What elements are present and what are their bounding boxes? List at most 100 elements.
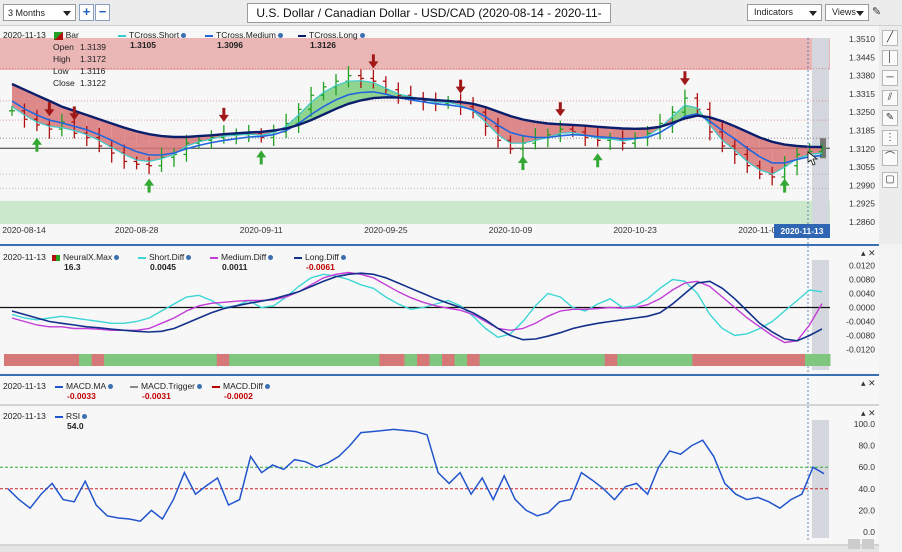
bearish-cloud <box>149 134 162 162</box>
rsi-value: 54.0 <box>67 421 84 431</box>
neuralx-bar <box>442 354 456 366</box>
neuralx-bar <box>54 354 68 366</box>
date-axis-tick: 2020-08-28 <box>115 225 159 235</box>
chart-area[interactable]: 1.3510 1.3445 1.3380 1.3315 1.3250 1.3185 1.31… <box>0 0 902 552</box>
neural-axis-tick: 0.0040 <box>849 289 875 299</box>
buy-arrow-shaft <box>259 156 263 165</box>
neuralx-bar <box>354 354 368 366</box>
neuralx-bar <box>417 354 431 366</box>
macd-trigger-legend: MACD.Trigger -0.0031 <box>130 381 202 401</box>
close-label: Close <box>53 78 75 88</box>
sell-arrow-shaft <box>683 71 687 80</box>
scroll-right-button <box>862 539 874 549</box>
neuralx-bar <box>604 354 618 366</box>
rsi-pane-bg <box>0 406 879 546</box>
horizontal-scrollbar <box>0 546 879 552</box>
neuralx-bar <box>592 354 606 366</box>
neuralx-bar <box>41 354 55 366</box>
settings-dot-icon[interactable] <box>181 33 187 39</box>
low-label: Low <box>53 66 69 76</box>
low-value: 1.3116 <box>80 66 106 76</box>
rsi-axis-tick: 60.0 <box>858 462 875 472</box>
tcross-long-label: TCross.Long <box>309 30 358 40</box>
buy-arrow-shaft <box>35 143 39 152</box>
short-diff-label: Short.Diff <box>149 252 185 262</box>
sell-arrow-shaft <box>459 79 463 88</box>
neuralx-value: 16.3 <box>64 262 81 272</box>
settings-dot-icon[interactable] <box>340 255 346 261</box>
settings-dot-icon[interactable] <box>114 255 120 261</box>
medium-diff-value: 0.0011 <box>222 262 248 272</box>
sell-arrow-shaft <box>72 106 76 115</box>
neural-axis-tick: -0.0040 <box>846 317 875 327</box>
neuralx-bar <box>467 354 481 366</box>
rsi-axis-tick: 0.0 <box>863 527 875 537</box>
price-axis-tick: 1.3185 <box>849 126 875 136</box>
settings-dot-icon[interactable] <box>359 33 365 39</box>
neural-axis-tick: -0.0080 <box>846 331 875 341</box>
tcross-medium-value: 1.3096 <box>217 40 243 50</box>
settings-dot-icon[interactable] <box>108 384 114 390</box>
long-diff-swatch <box>294 256 302 259</box>
price-axis-tick: 1.3055 <box>849 162 875 172</box>
sell-arrow-shaft <box>47 102 51 111</box>
price-axis-tick: 1.2925 <box>849 199 875 209</box>
date-axis-tick: 2020-09-25 <box>364 225 408 235</box>
neuralx-bar <box>529 354 543 366</box>
neuralx-bar <box>254 354 268 366</box>
neuralx-bar <box>66 354 80 366</box>
tcross-medium-legend: TCross.Medium 1.3096 <box>205 30 283 50</box>
price-date: 2020-11-13 <box>3 30 46 40</box>
neuralx-bar <box>4 354 18 366</box>
price-axis-tick: 1.3510 <box>849 34 875 44</box>
neural-axis-tick: 0.0080 <box>849 275 875 285</box>
settings-dot-icon[interactable] <box>82 414 88 420</box>
tcross-short-value: 1.3105 <box>130 40 156 50</box>
long-diff-label: Long.Diff <box>305 252 339 262</box>
neuralx-bar <box>654 354 668 366</box>
neuralx-bar <box>266 354 280 366</box>
price-legend: 2020-11-13 Bar <box>3 30 79 40</box>
neural-axis-tick: 0.0120 <box>849 261 875 271</box>
long-diff-value: -0.0061 <box>306 262 335 272</box>
rsi-axis-tick: 80.0 <box>858 441 875 451</box>
macd-diff-label: MACD.Diff <box>223 381 263 391</box>
neuralx-swatch <box>52 254 60 261</box>
neuralx-bar <box>154 354 168 366</box>
macd-trigger-value: -0.0031 <box>142 391 171 401</box>
medium-diff-swatch <box>210 256 218 259</box>
bearish-cloud <box>522 119 536 144</box>
sell-arrow-shaft <box>558 102 562 111</box>
neuralx-bar <box>579 354 593 366</box>
support-zone <box>0 200 830 224</box>
rsi-label: RSI <box>66 411 81 421</box>
neuralx-bar <box>767 354 781 366</box>
bearish-cloud <box>136 131 150 162</box>
neuralx-bar <box>304 354 318 366</box>
neuralx-bar <box>679 354 693 366</box>
neuralx-bar <box>191 354 205 366</box>
neural-pane-controls[interactable]: ▴ ✕ <box>861 248 876 259</box>
rsi-pane-controls[interactable]: ▴ ✕ <box>861 408 876 419</box>
neural-date: 2020-11-13 <box>3 252 46 262</box>
tcross-long-value: 1.3126 <box>310 40 336 50</box>
settings-dot-icon[interactable] <box>197 384 202 390</box>
neuralx-bar <box>517 354 531 366</box>
bar-icon <box>54 31 64 40</box>
macd-legend: 2020-11-13 <box>3 381 46 391</box>
settings-dot-icon[interactable] <box>265 384 270 390</box>
settings-dot-icon[interactable] <box>268 255 274 261</box>
settings-dot-icon[interactable] <box>277 33 283 39</box>
settings-dot-icon[interactable] <box>186 255 192 261</box>
neuralx-bar <box>804 354 818 366</box>
neuralx-bar <box>792 354 806 366</box>
open-label: Open <box>53 42 74 52</box>
neuralx-bar <box>729 354 743 366</box>
tcross-long-swatch <box>298 34 306 37</box>
neuralx-bar <box>642 354 656 366</box>
neuralx-bar <box>179 354 193 366</box>
neuralx-legend: NeuralX.Max 16.3 <box>52 252 120 272</box>
neuralx-bar <box>479 354 493 366</box>
macd-pane-controls[interactable]: ▴ ✕ <box>861 378 876 389</box>
macd-ma-legend: MACD.MA -0.0033 <box>55 381 114 401</box>
